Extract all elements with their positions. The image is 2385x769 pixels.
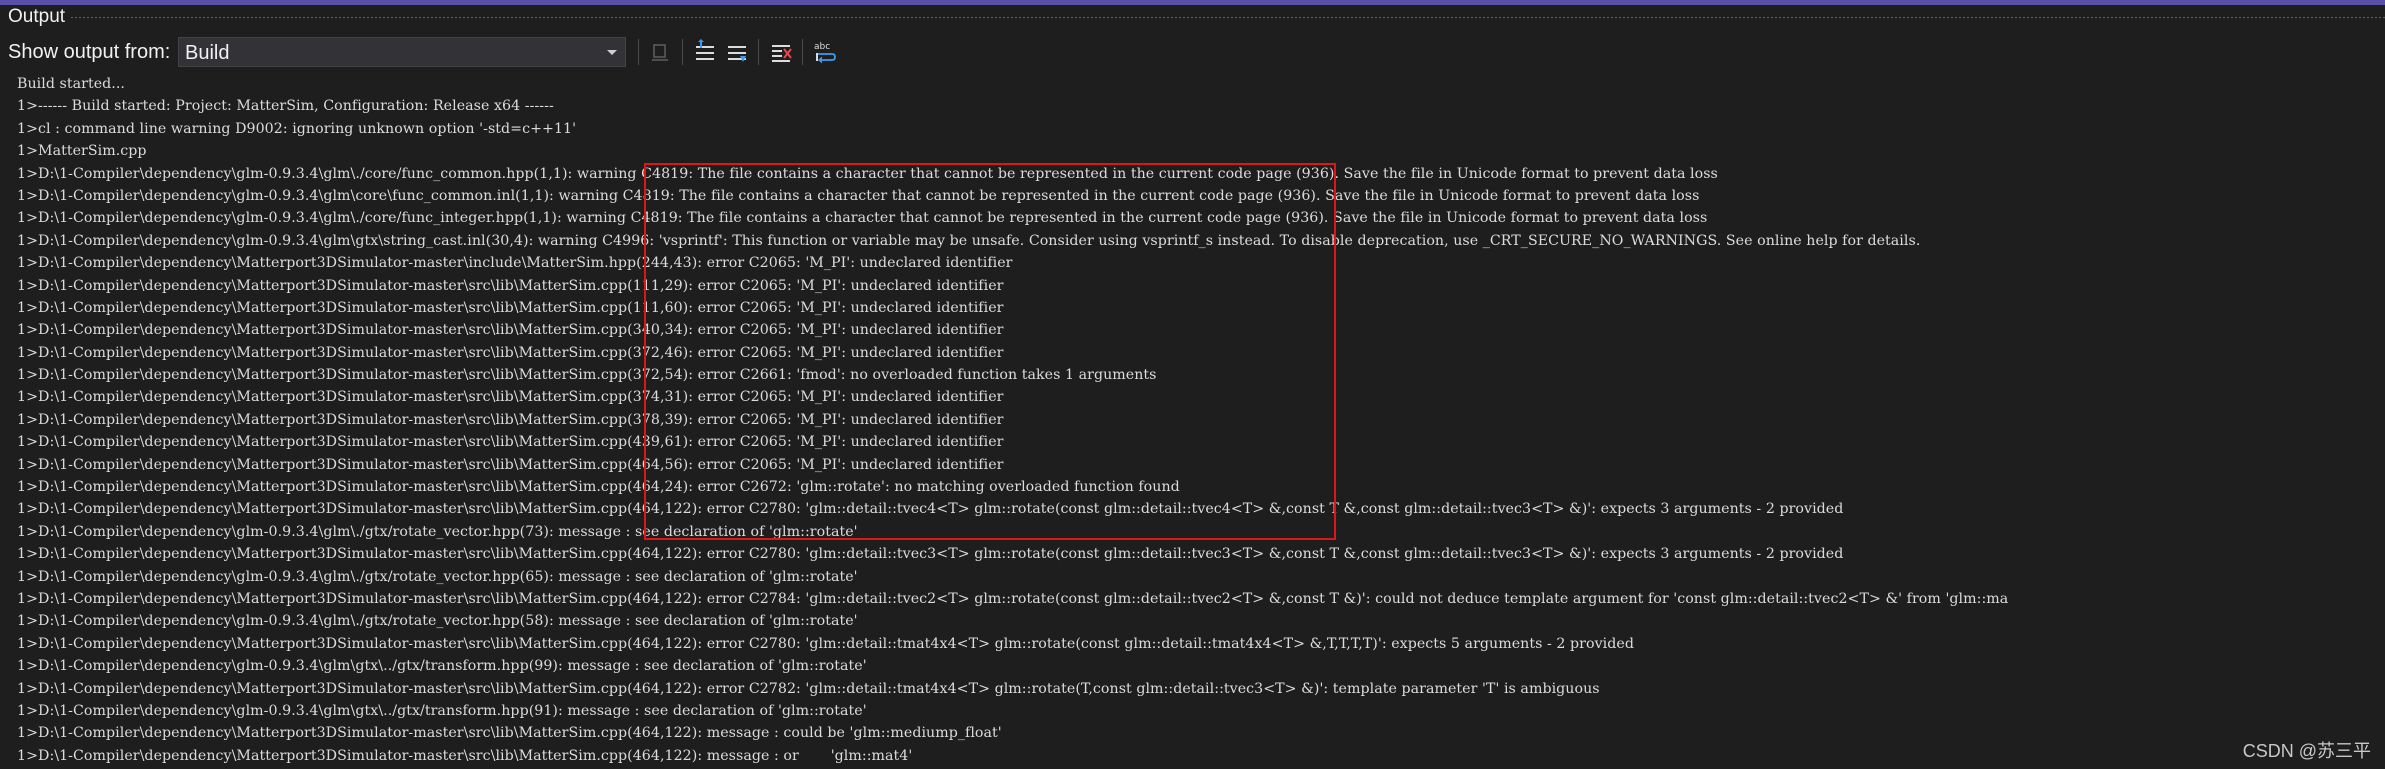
output-line: 1>D:\1-Compiler\dependency\Matterport3DS…: [17, 546, 1844, 563]
output-line: 1>D:\1-Compiler\dependency\Matterport3DS…: [17, 635, 1634, 652]
find-message-in-code-button[interactable]: [648, 39, 674, 65]
output-toolbar: Show output from: Build abc: [0, 31, 2385, 73]
output-line: 1>cl : command line warning D9002: ignor…: [17, 120, 577, 137]
output-line: 1>D:\1-Compiler\dependency\Matterport3DS…: [17, 456, 1004, 473]
output-lines: Build started... 1>------ Build started: …: [17, 73, 2008, 767]
clear-all-button[interactable]: [768, 39, 794, 65]
toolbar-separator: [638, 39, 639, 65]
output-line: Build started...: [17, 76, 125, 92]
output-panel-header: Output: [0, 5, 2385, 29]
output-line: 1>D:\1-Compiler\dependency\Matterport3DS…: [17, 277, 1004, 294]
go-to-next-message-icon: [728, 46, 746, 62]
find-in-code-icon: [652, 44, 668, 61]
output-line: 1>D:\1-Compiler\dependency\glm-0.9.3.4\g…: [17, 232, 1921, 249]
output-line: 1>D:\1-Compiler\dependency\glm-0.9.3.4\g…: [17, 702, 867, 719]
panel-title: Output: [8, 6, 66, 27]
output-line: 1>D:\1-Compiler\dependency\glm-0.9.3.4\g…: [17, 165, 1718, 182]
svg-text:abc: abc: [814, 42, 830, 52]
toolbar-separator: [758, 39, 759, 65]
toolbar-separator: [802, 39, 803, 65]
output-line: 1>D:\1-Compiler\dependency\Matterport3DS…: [17, 680, 1600, 697]
chevron-down-icon: [607, 50, 617, 55]
show-output-label: Show output from:: [8, 41, 171, 63]
go-to-previous-message-icon: [696, 39, 714, 60]
output-source-value: Build: [185, 42, 230, 64]
toggle-word-wrap-button[interactable]: abc: [812, 39, 838, 65]
output-line: 1>D:\1-Compiler\dependency\Matterport3DS…: [17, 299, 1004, 316]
output-line: 1>D:\1-Compiler\dependency\Matterport3DS…: [17, 411, 1004, 428]
output-line: 1>D:\1-Compiler\dependency\glm-0.9.3.4\g…: [17, 523, 858, 540]
panel-drag-handle[interactable]: [70, 16, 2385, 19]
output-line: 1>D:\1-Compiler\dependency\Matterport3DS…: [17, 747, 913, 764]
previous-message-button[interactable]: [692, 39, 718, 65]
output-line: 1>D:\1-Compiler\dependency\Matterport3DS…: [17, 344, 1004, 361]
output-source-dropdown[interactable]: Build: [178, 37, 626, 67]
next-message-button[interactable]: [724, 39, 750, 65]
output-line: 1>D:\1-Compiler\dependency\glm-0.9.3.4\g…: [17, 210, 1708, 227]
output-line: 1>D:\1-Compiler\dependency\glm-0.9.3.4\g…: [17, 613, 858, 630]
output-line: 1>MatterSim.cpp: [17, 143, 147, 160]
watermark: CSDN @苏三平: [2242, 741, 2371, 761]
clear-all-icon: [772, 45, 792, 62]
output-text-area[interactable]: Build started... 1>------ Build started: …: [0, 73, 2385, 769]
output-line: 1>D:\1-Compiler\dependency\Matterport3DS…: [17, 389, 1004, 406]
output-line: 1>D:\1-Compiler\dependency\Matterport3DS…: [17, 725, 1002, 742]
output-line: 1>D:\1-Compiler\dependency\Matterport3DS…: [17, 322, 1004, 339]
output-line: 1>D:\1-Compiler\dependency\glm-0.9.3.4\g…: [17, 568, 858, 585]
output-line: 1>D:\1-Compiler\dependency\Matterport3DS…: [17, 255, 1013, 272]
output-line: 1>D:\1-Compiler\dependency\Matterport3DS…: [17, 434, 1004, 451]
output-line: 1>------ Build started: Project: MatterS…: [17, 98, 554, 115]
output-line: 1>D:\1-Compiler\dependency\Matterport3DS…: [17, 590, 2009, 607]
output-line: 1>D:\1-Compiler\dependency\Matterport3DS…: [17, 367, 1157, 384]
toggle-word-wrap-icon: abc: [814, 42, 836, 64]
output-line: 1>D:\1-Compiler\dependency\Matterport3DS…: [17, 479, 1180, 496]
output-line: 1>D:\1-Compiler\dependency\glm-0.9.3.4\g…: [17, 187, 1700, 204]
toolbar-separator: [682, 39, 683, 65]
output-line: 1>D:\1-Compiler\dependency\Matterport3DS…: [17, 501, 1844, 518]
output-line: 1>D:\1-Compiler\dependency\glm-0.9.3.4\g…: [17, 658, 867, 675]
